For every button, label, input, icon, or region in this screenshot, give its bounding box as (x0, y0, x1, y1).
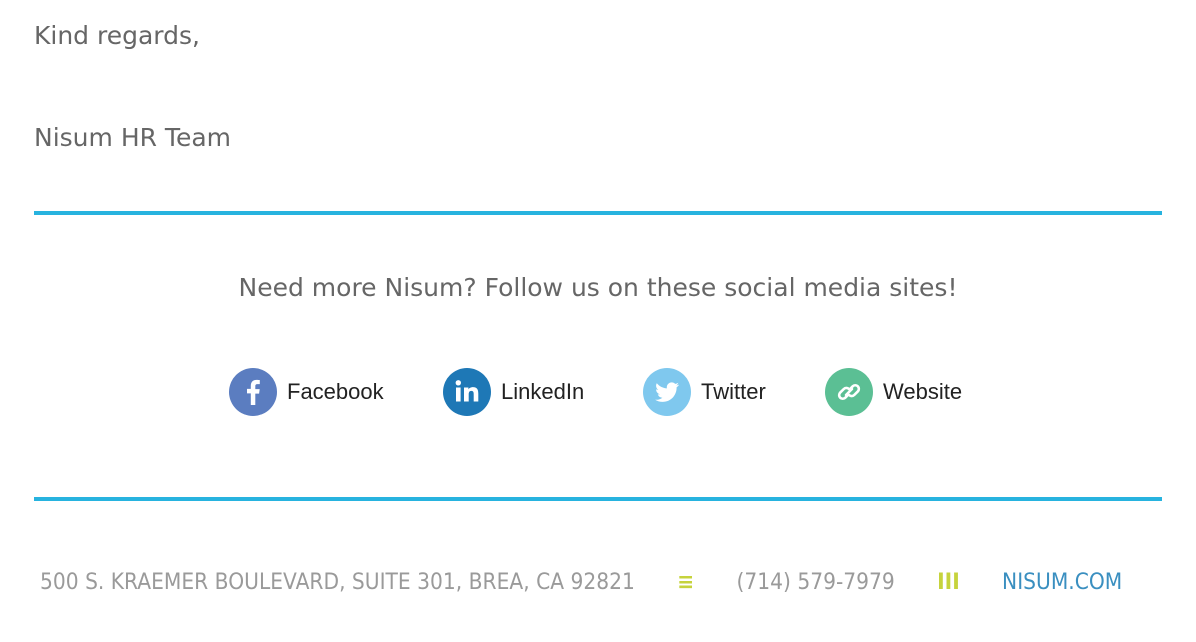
divider-bottom (34, 497, 1162, 501)
facebook-link[interactable]: Facebook (229, 368, 384, 416)
sender-team: Nisum HR Team (34, 123, 232, 152)
linkedin-label: LinkedIn (501, 379, 585, 404)
facebook-icon (229, 368, 277, 416)
divider-top (34, 211, 1162, 215)
follow-heading: Need more Nisum? Follow us on these soci… (238, 273, 958, 302)
email-footer: Kind regards, Nisum HR Team Need more Ni… (0, 0, 1196, 642)
website-link[interactable]: Website (825, 368, 962, 416)
linkedin-link[interactable]: LinkedIn (443, 368, 584, 416)
twitter-label: Twitter (701, 379, 766, 404)
contact-bar: 500 S. KRAEMER BOULEVARD, SUITE 301, BRE… (40, 560, 1122, 604)
twitter-link[interactable]: Twitter (643, 368, 766, 416)
linkedin-icon (443, 368, 491, 416)
company-phone[interactable]: (714) 579-7979 (737, 570, 895, 595)
twitter-icon (643, 368, 691, 416)
facebook-label: Facebook (287, 379, 384, 404)
link-icon (825, 368, 873, 416)
separator-icon: III (937, 569, 960, 595)
closing-greeting: Kind regards, (34, 21, 200, 50)
company-website-link[interactable]: NISUM.COM (1002, 570, 1122, 595)
company-address: 500 S. KRAEMER BOULEVARD, SUITE 301, BRE… (40, 569, 635, 595)
separator-icon: ≡ (677, 569, 695, 595)
website-label: Website (883, 379, 963, 404)
